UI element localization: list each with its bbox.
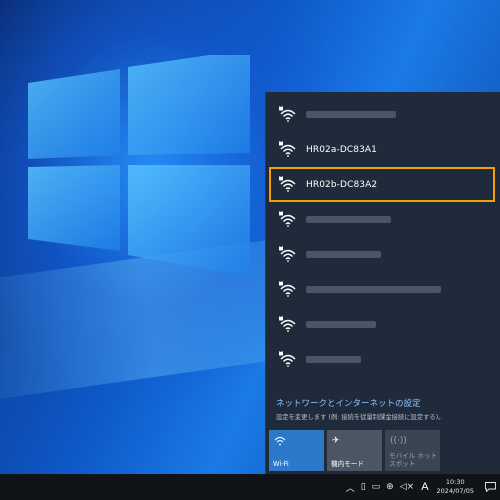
network-flyout: HR02a-DC83A1 HR02b-DC83A2 ネットワークとインターネットの…	[265, 92, 500, 474]
wifi-network-item[interactable]	[266, 307, 500, 342]
wifi-network-item[interactable]	[266, 97, 500, 132]
wifi-secured-icon	[278, 175, 298, 194]
wifi-network-item[interactable]	[266, 342, 500, 377]
wifi-secured-icon	[278, 315, 298, 334]
quick-action-tiles: Wi-Fi ✈ 機内モード ((·)) モバイル ホットスポット	[269, 430, 440, 471]
chevron-up-icon[interactable]: ︿	[346, 481, 355, 494]
airplane-icon: ✈	[332, 436, 340, 446]
airplane-mode-tile[interactable]: ✈ 機内モード	[327, 430, 382, 471]
network-list: HR02a-DC83A1 HR02b-DC83A2	[266, 97, 500, 377]
wifi-tile-label: Wi-Fi	[273, 460, 289, 468]
network-name-redacted	[306, 356, 361, 363]
network-name: HR02b-DC83A2	[306, 179, 378, 190]
network-name-redacted	[306, 111, 396, 118]
battery-icon[interactable]: ▭	[372, 482, 381, 492]
clock-date: 2024/07/05	[436, 487, 474, 495]
wifi-icon	[274, 436, 286, 449]
wifi-network-item[interactable]	[266, 272, 500, 307]
speaker-muted-icon[interactable]: ◁×	[400, 482, 414, 492]
wifi-secured-icon	[278, 350, 298, 369]
notification-icon[interactable]	[480, 474, 500, 500]
network-settings-description: 設定を変更します (例: 接続を従量制課金接続に設定する)。	[276, 414, 445, 421]
device-icon[interactable]: ▯	[361, 482, 366, 492]
clock[interactable]: 10:30 2024/07/05	[437, 478, 474, 496]
wifi-secured-icon	[278, 210, 298, 229]
network-name-redacted	[306, 286, 441, 293]
network-name-redacted	[306, 251, 381, 258]
globe-network-icon[interactable]: ⊕	[386, 482, 394, 492]
clock-time: 10:30	[445, 478, 465, 486]
network-name-redacted	[306, 321, 376, 328]
windows-logo	[28, 55, 250, 275]
wifi-secured-icon	[278, 105, 298, 124]
airplane-tile-label: 機内モード	[331, 460, 364, 468]
system-tray: ︿ ▯ ▭ ⊕ ◁× A 10:30 2024/07/05	[343, 474, 500, 500]
wifi-network-item[interactable]	[266, 237, 500, 272]
network-settings-link[interactable]: ネットワークとインターネットの設定	[276, 397, 421, 409]
network-name-redacted	[306, 216, 391, 223]
wifi-secured-icon	[278, 245, 298, 264]
mobile-hotspot-tile[interactable]: ((·)) モバイル ホットスポット	[385, 430, 440, 471]
wifi-secured-icon	[278, 140, 298, 159]
wifi-network-item[interactable]: HR02b-DC83A2	[269, 167, 495, 202]
ime-indicator[interactable]: A	[421, 481, 428, 493]
network-name: HR02a-DC83A1	[306, 144, 377, 155]
hotspot-tile-label: モバイル ホットスポット	[389, 452, 438, 468]
taskbar: ︿ ▯ ▭ ⊕ ◁× A 10:30 2024/07/05	[0, 474, 500, 500]
wifi-secured-icon	[278, 280, 298, 299]
wifi-network-item[interactable]	[266, 202, 500, 237]
wifi-toggle-tile[interactable]: Wi-Fi	[269, 430, 324, 471]
wifi-network-item[interactable]: HR02a-DC83A1	[266, 132, 500, 167]
hotspot-icon: ((·))	[390, 436, 407, 446]
